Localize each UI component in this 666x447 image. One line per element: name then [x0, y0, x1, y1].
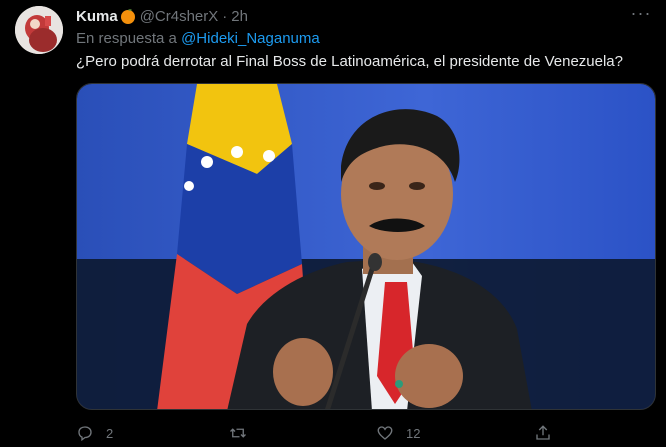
tweet-header: Kuma @Cr4sherX · 2h: [76, 6, 248, 26]
like-icon: [377, 426, 393, 440]
reply-button[interactable]: 2: [76, 422, 113, 444]
separator-dot: ·: [222, 7, 228, 25]
reply-context: En respuesta a @Hideki_Naganuma: [76, 30, 320, 47]
tweet-text: ¿Pero podrá derrotar al Final Boss de La…: [76, 53, 623, 70]
more-options-icon[interactable]: ···: [630, 4, 652, 24]
reply-mention-link[interactable]: @Hideki_Naganuma: [181, 30, 320, 47]
avatar[interactable]: [15, 6, 63, 54]
author-name[interactable]: Kuma: [76, 8, 118, 25]
reply-icon: [78, 426, 92, 442]
author-handle[interactable]: @Cr4sherX: [140, 8, 219, 25]
share-button[interactable]: [534, 422, 564, 444]
share-icon: [536, 425, 550, 440]
like-button[interactable]: 12: [376, 422, 420, 444]
tweet[interactable]: Kuma @Cr4sherX · 2h ··· En respuesta a @…: [0, 0, 666, 447]
retweet-icon: [230, 428, 246, 438]
orange-emoji-icon: [120, 8, 136, 24]
tweet-actions: 2 12: [76, 422, 656, 444]
reply-prefix: En respuesta a: [76, 30, 177, 47]
like-count: 12: [406, 425, 421, 441]
timestamp[interactable]: 2h: [231, 8, 248, 25]
retweet-button[interactable]: [229, 422, 259, 444]
reply-count: 2: [106, 425, 114, 441]
tweet-media-photo[interactable]: [76, 83, 656, 410]
